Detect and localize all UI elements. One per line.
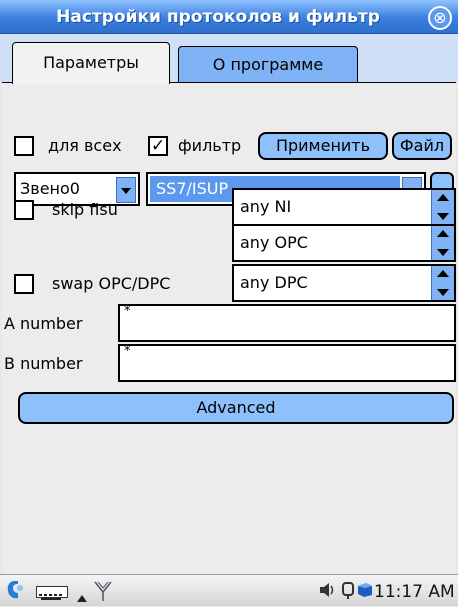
ni-value: any NI xyxy=(240,197,292,216)
file-button[interactable]: Файл xyxy=(392,132,452,160)
swap-opc-dpc-checkbox[interactable] xyxy=(14,274,34,294)
a-number-value: * xyxy=(124,304,131,319)
clock[interactable]: 11:17 AM xyxy=(374,580,458,604)
opc-spinbox[interactable]: any OPC xyxy=(232,224,456,262)
a-number-field[interactable]: * xyxy=(118,304,456,342)
close-icon[interactable]: ⊗ xyxy=(428,6,452,30)
a-number-label: A number xyxy=(4,314,83,333)
for-all-label: для всех xyxy=(48,136,122,155)
ni-spinbox[interactable]: any NI xyxy=(232,188,456,226)
protocol-select-value: SS7/ISUP xyxy=(156,179,229,198)
advanced-button[interactable]: Advanced xyxy=(18,392,454,424)
window-title: Настройки протоколов и фильтр xyxy=(56,7,380,27)
opc-value: any OPC xyxy=(240,233,308,252)
speaker-icon[interactable] xyxy=(318,580,338,600)
skip-fisu-checkbox[interactable] xyxy=(14,200,34,220)
swap-opc-dpc-label: swap OPC/DPC xyxy=(52,274,171,293)
b-number-field[interactable]: * xyxy=(118,344,456,382)
battery-icon[interactable] xyxy=(356,582,374,598)
spinner-arrows-icon[interactable] xyxy=(431,226,454,260)
b-number-value: * xyxy=(124,344,131,359)
apply-button[interactable]: Применить xyxy=(258,132,388,160)
skip-fisu-label: skip fisu xyxy=(52,200,118,219)
dpc-value: any DPC xyxy=(240,273,308,292)
filter-checkbox[interactable]: ✓ xyxy=(148,136,168,156)
for-all-checkbox[interactable] xyxy=(14,136,34,156)
tab-about[interactable]: О программе xyxy=(178,46,358,82)
tab-parameters[interactable]: Параметры xyxy=(12,42,170,84)
dpc-spinbox[interactable]: any DPC xyxy=(232,264,456,302)
spinner-arrows-icon[interactable] xyxy=(431,266,454,300)
filter-label: фильтр xyxy=(178,136,242,155)
keyboard-icon[interactable] xyxy=(36,586,68,600)
connection-icon[interactable] xyxy=(340,580,356,600)
chevron-down-icon xyxy=(116,177,136,203)
up-arrow-icon[interactable] xyxy=(76,588,88,602)
spinner-arrows-icon[interactable] xyxy=(431,190,454,224)
b-number-label: B number xyxy=(4,354,83,373)
start-icon[interactable] xyxy=(6,580,24,600)
network-antenna-icon[interactable] xyxy=(94,580,112,602)
parameters-panel xyxy=(2,82,456,602)
